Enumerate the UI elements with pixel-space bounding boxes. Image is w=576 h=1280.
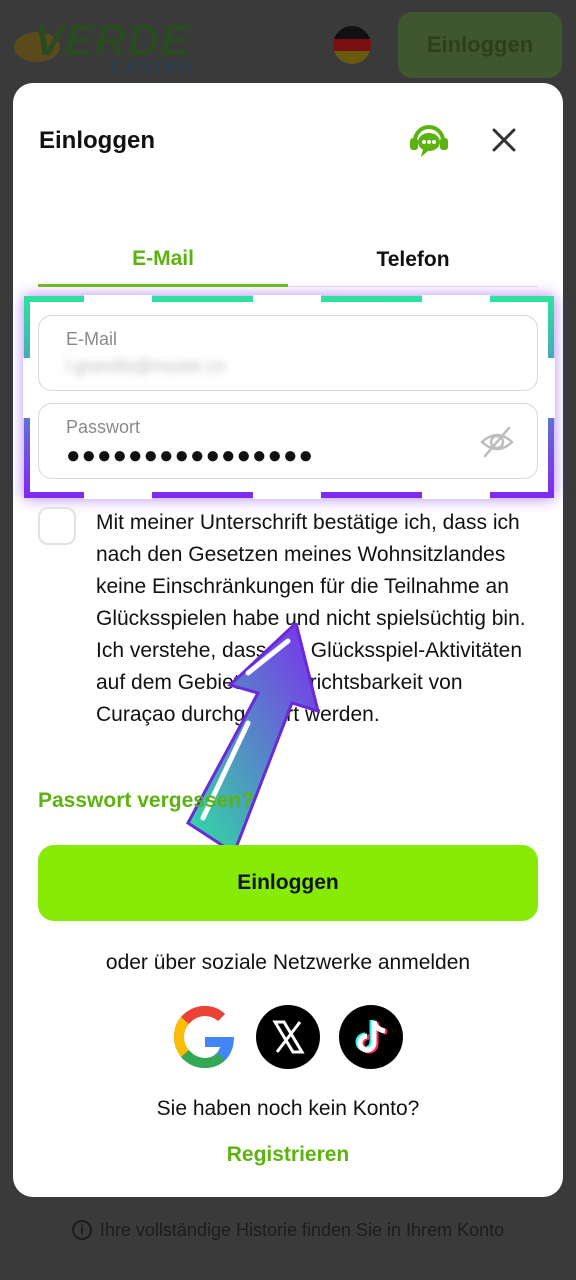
google-icon[interactable]: [173, 1005, 237, 1069]
login-tabs: E-Mail Telefon: [38, 233, 538, 289]
germany-flag-icon[interactable]: [333, 26, 371, 64]
modal-title: Einloggen: [39, 127, 155, 154]
social-login-label: oder über soziale Netzwerke anmelden: [105, 951, 471, 974]
close-icon[interactable]: [489, 125, 519, 155]
highlight-frame: [23, 295, 555, 499]
casino-logo: VERDE CASINO: [14, 10, 194, 77]
tab-email[interactable]: E-Mail: [38, 233, 288, 287]
login-modal: Einloggen E-Mail Telefon E-Mail l.grandi…: [13, 83, 563, 1197]
history-note: i Ihre vollständige Historie finden Sie …: [0, 1200, 576, 1260]
background-header: VERDE CASINO Einloggen: [0, 0, 576, 90]
x-icon[interactable]: [256, 1005, 320, 1069]
consent-checkbox[interactable]: [38, 507, 76, 545]
login-button[interactable]: Einloggen: [38, 845, 538, 921]
info-icon: i: [71, 1220, 92, 1240]
support-headset-icon[interactable]: [407, 121, 451, 161]
forgot-password-link[interactable]: Passwort vergessen?: [38, 789, 254, 813]
tiktok-icon[interactable]: [339, 1005, 403, 1069]
no-account-text: Sie haben noch kein Konto?: [156, 1097, 420, 1120]
register-link[interactable]: Registrieren: [13, 1143, 563, 1167]
social-login-row: [173, 1005, 405, 1069]
tab-phone[interactable]: Telefon: [288, 233, 538, 287]
header-login-button[interactable]: Einloggen: [398, 12, 562, 78]
pointer-arrow: [186, 623, 321, 856]
